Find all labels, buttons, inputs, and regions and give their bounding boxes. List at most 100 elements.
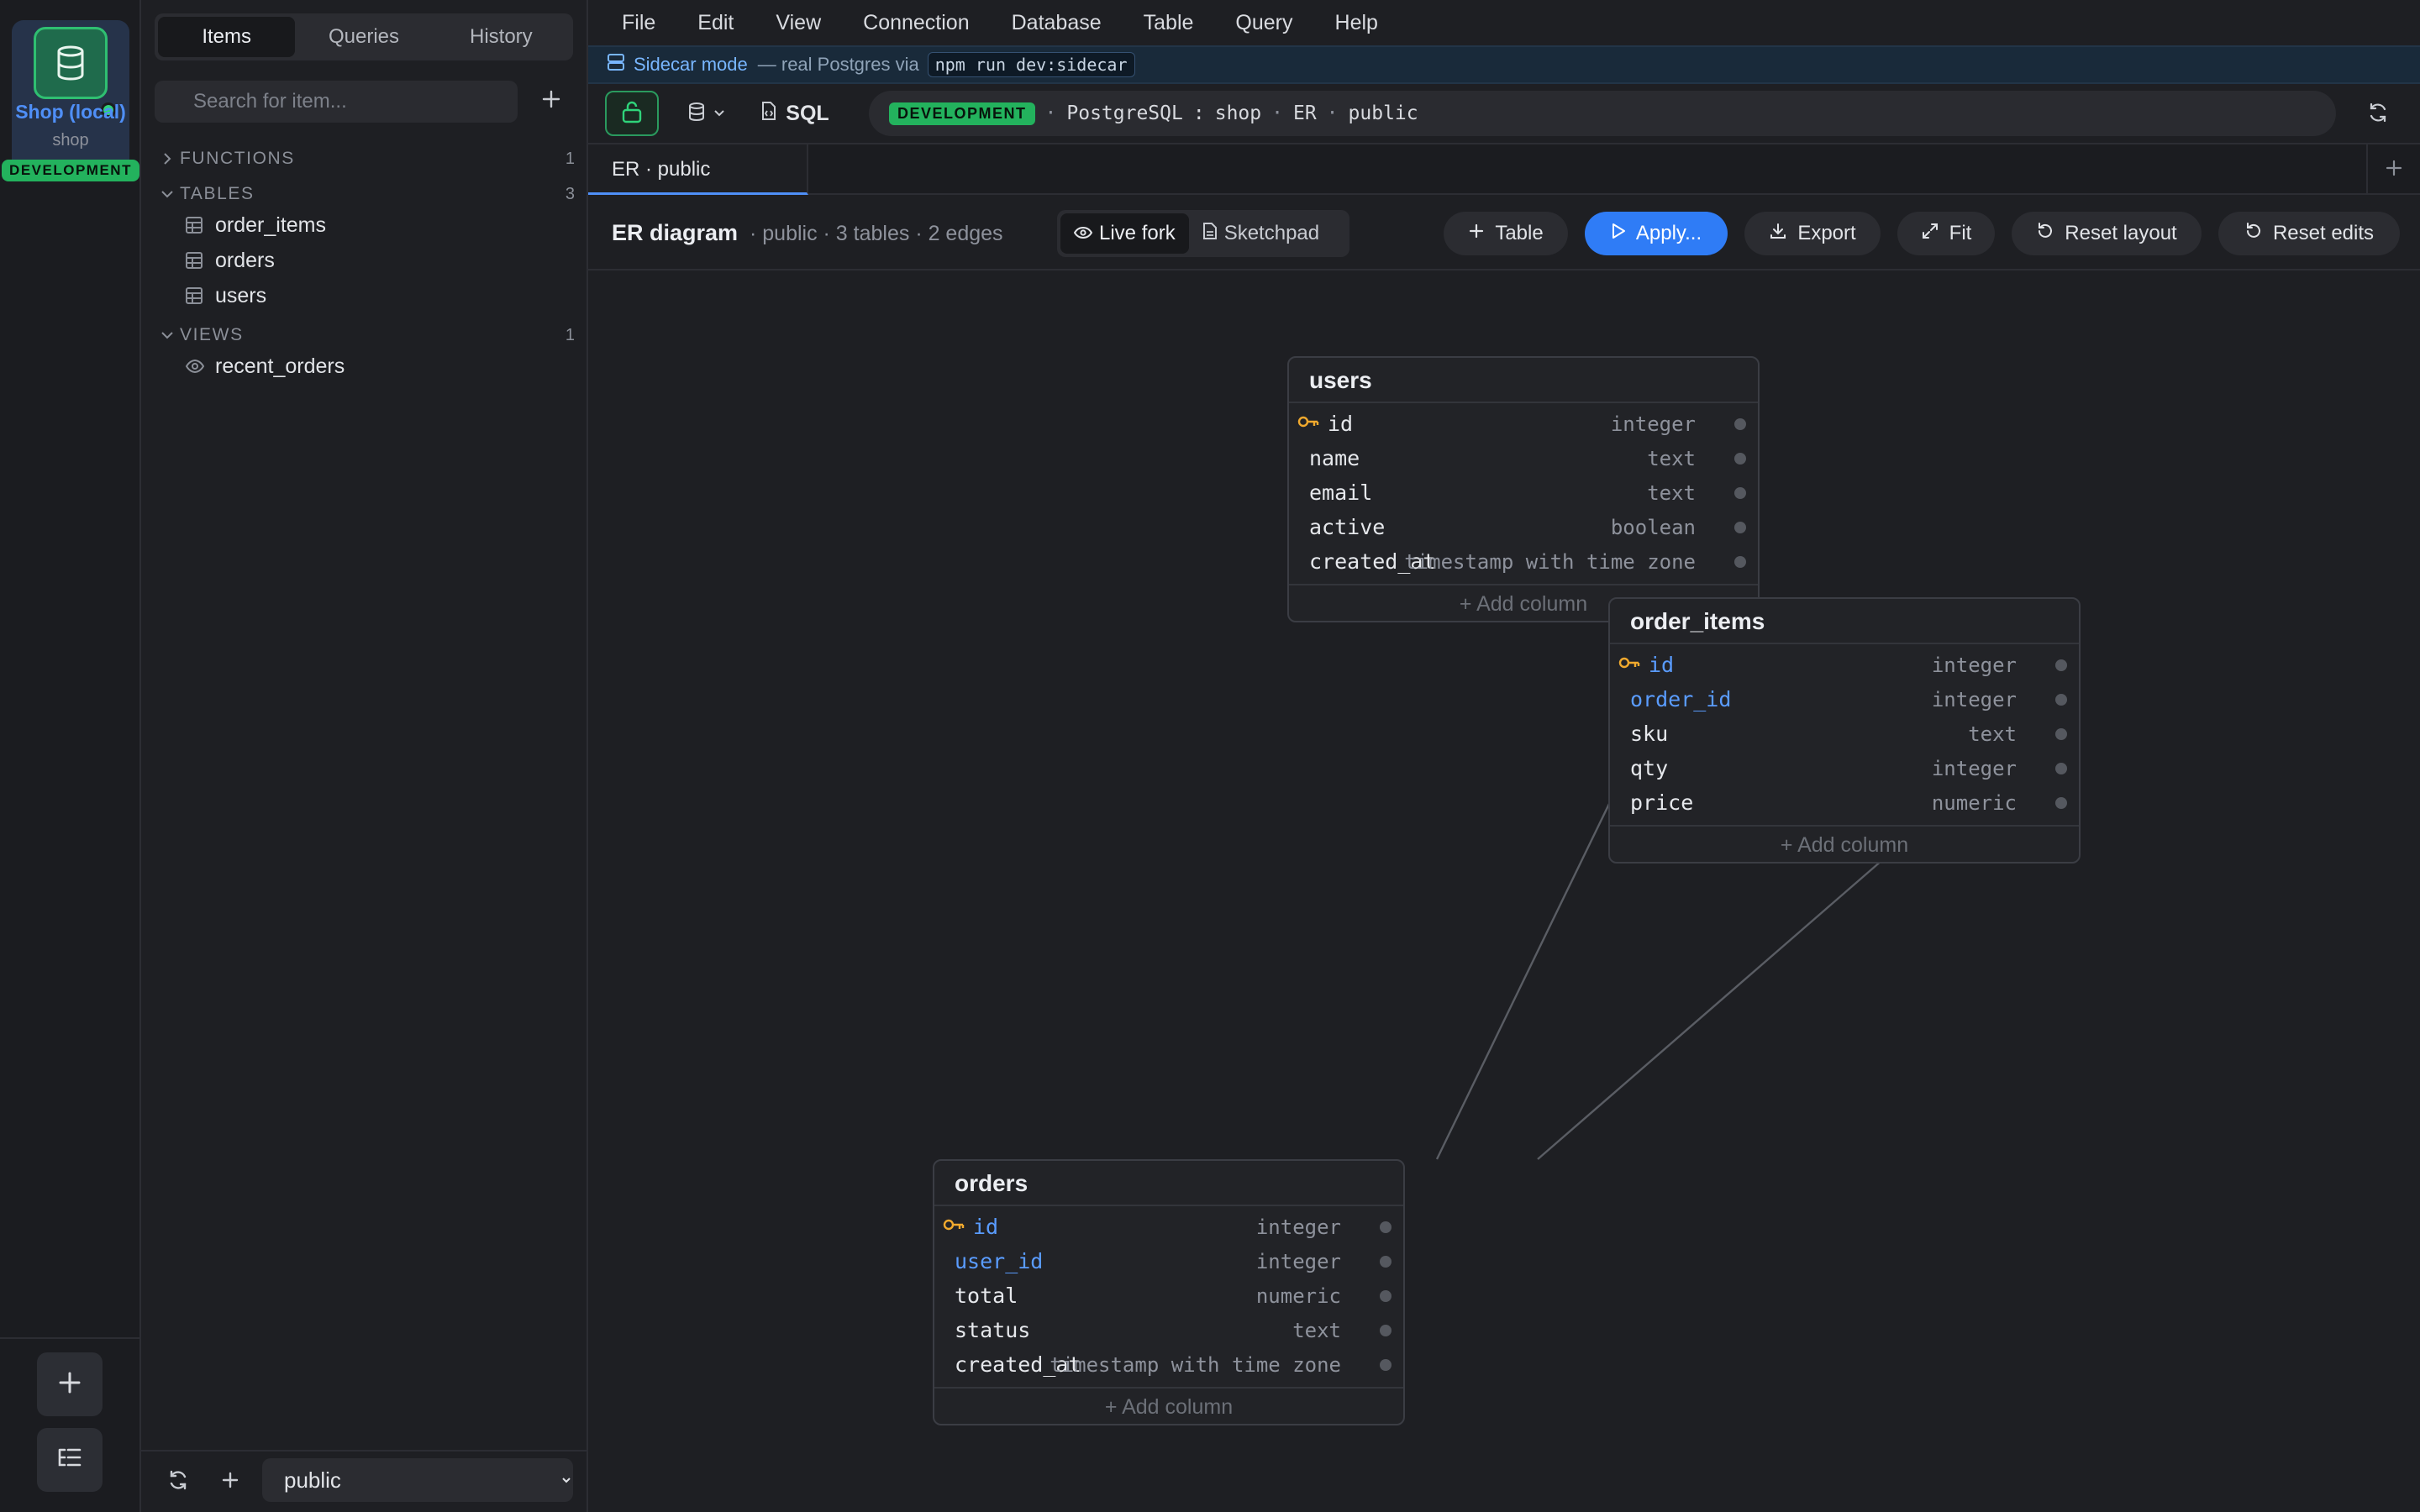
er-column[interactable]: id integer [1289,407,1758,441]
tab-history[interactable]: History [433,17,570,57]
sidebar-item-recent-orders[interactable]: recent_orders [185,349,571,383]
connection-handle[interactable] [2055,728,2067,740]
group-label: TABLES [180,184,255,203]
button-label: Export [1797,222,1856,244]
menu-edit[interactable]: Edit [697,11,734,35]
tab-queries[interactable]: Queries [295,17,432,57]
er-column[interactable]: created_at timestamp with time zone [934,1347,1403,1382]
menu-database[interactable]: Database [1012,11,1102,35]
group-views[interactable]: VIEWS 1 [155,321,575,349]
menu-connection[interactable]: Connection [863,11,969,35]
add-table-button[interactable]: Table [1444,212,1568,255]
new-tab-button[interactable] [2366,144,2420,195]
tab-er-public[interactable]: ER · public [588,144,808,195]
mode-live-fork[interactable]: Live fork [1060,213,1189,254]
connection-handle[interactable] [1734,418,1746,430]
connection-handle[interactable] [2055,763,2067,774]
group-functions[interactable]: FUNCTIONS 1 [155,144,575,173]
connection-handle[interactable] [1380,1256,1392,1268]
new-object-button[interactable] [210,1462,250,1502]
sidebar-item-orders[interactable]: orders [185,244,571,277]
add-item-button[interactable] [533,82,570,119]
er-column[interactable]: status text [934,1313,1403,1347]
add-column-button[interactable]: + Add column [1610,825,2079,862]
sql-label: SQL [786,101,829,125]
group-tables[interactable]: TABLES 3 [155,180,575,208]
er-column[interactable]: id integer [934,1210,1403,1244]
reset-edits-button[interactable]: Reset edits [2218,212,2400,255]
er-table-orders[interactable]: orders id integer user_id integer total numeri… [933,1159,1405,1425]
column-type: integer [1610,412,1696,436]
add-connection-button[interactable] [37,1352,103,1416]
connection-handle[interactable] [2055,694,2067,706]
connection-handle[interactable] [1734,556,1746,568]
lock-toggle-button[interactable] [605,91,659,136]
plus-icon [220,1470,240,1494]
mode-label: Sketchpad [1223,222,1320,244]
er-table-users[interactable]: users id integer name text email text active boo… [1287,356,1760,622]
connection-handle[interactable] [1380,1290,1392,1302]
fit-button[interactable]: Fit [1897,212,1995,255]
server-icon [607,53,625,76]
connection-handle[interactable] [1734,487,1746,499]
connection-card[interactable] [12,20,129,180]
unlock-icon [621,100,643,128]
sidecar-banner: Sidecar mode — real Postgres via npm run… [588,45,2420,84]
rotate-ccw-icon [2036,222,2054,246]
menu-help[interactable]: Help [1335,11,1378,35]
menu-file[interactable]: File [622,11,655,35]
menu-view[interactable]: View [776,11,821,35]
connection-handle[interactable] [1380,1325,1392,1336]
schema-select[interactable]: public [262,1458,573,1502]
connection-handle[interactable] [1380,1359,1392,1371]
sidebar-item-order-items[interactable]: order_items [185,208,571,242]
er-column[interactable]: created_at timestamp with time zone [1289,544,1758,579]
refresh-button[interactable] [2361,97,2395,131]
table-icon [185,251,215,270]
er-table-title[interactable]: users [1289,358,1758,403]
search-input[interactable] [155,81,518,123]
database-menu-button[interactable] [672,91,739,136]
connection-handle[interactable] [1734,453,1746,465]
connection-handle[interactable] [2055,797,2067,809]
er-column[interactable]: email text [1289,475,1758,510]
sql-button[interactable]: SQL [753,91,837,136]
apply-button[interactable]: Apply... [1585,212,1728,255]
breadcrumb-engine: PostgreSQL [1066,102,1183,124]
breadcrumb-schema: public [1348,102,1418,124]
connection-handle[interactable] [1380,1221,1392,1233]
add-column-button[interactable]: + Add column [934,1387,1403,1424]
er-column[interactable]: qty integer [1610,751,2079,785]
column-type: integer [1255,1215,1341,1239]
maximize-icon [1921,222,1939,246]
play-icon [1611,222,1626,245]
er-table-order-items[interactable]: order_items id integer order_id integer sku te… [1608,597,2081,864]
er-column[interactable]: name text [1289,441,1758,475]
manage-connections-button[interactable] [37,1428,103,1492]
connection-handle[interactable] [2055,659,2067,671]
er-table-title[interactable]: orders [934,1161,1403,1206]
sidebar-item-users[interactable]: users [185,279,571,312]
er-column[interactable]: sku text [1610,717,2079,751]
refresh-sidebar-button[interactable] [158,1462,198,1502]
group-count: 3 [565,184,575,203]
connection-handle[interactable] [1734,522,1746,533]
menu-table[interactable]: Table [1144,11,1194,35]
er-column[interactable]: user_id integer [934,1244,1403,1278]
er-column[interactable]: price numeric [1610,785,2079,820]
menu-query[interactable]: Query [1235,11,1292,35]
er-column[interactable]: total numeric [934,1278,1403,1313]
er-column[interactable]: active boolean [1289,510,1758,544]
editor-tabbar: ER · public [588,143,2420,195]
mode-sketchpad[interactable]: Sketchpad [1189,213,1333,254]
tab-items[interactable]: Items [158,17,296,57]
er-canvas[interactable]: users id integer name text email text active boo… [588,272,2420,1512]
edge-orders-order-items [1537,859,1883,1160]
er-table-title[interactable]: order_items [1610,599,2079,644]
er-column[interactable]: id integer [1610,648,2079,682]
mode-label: Live fork [1099,222,1176,244]
column-name: status [955,1318,1031,1342]
export-button[interactable]: Export [1744,212,1881,255]
er-column[interactable]: order_id integer [1610,682,2079,717]
reset-layout-button[interactable]: Reset layout [2012,212,2202,255]
